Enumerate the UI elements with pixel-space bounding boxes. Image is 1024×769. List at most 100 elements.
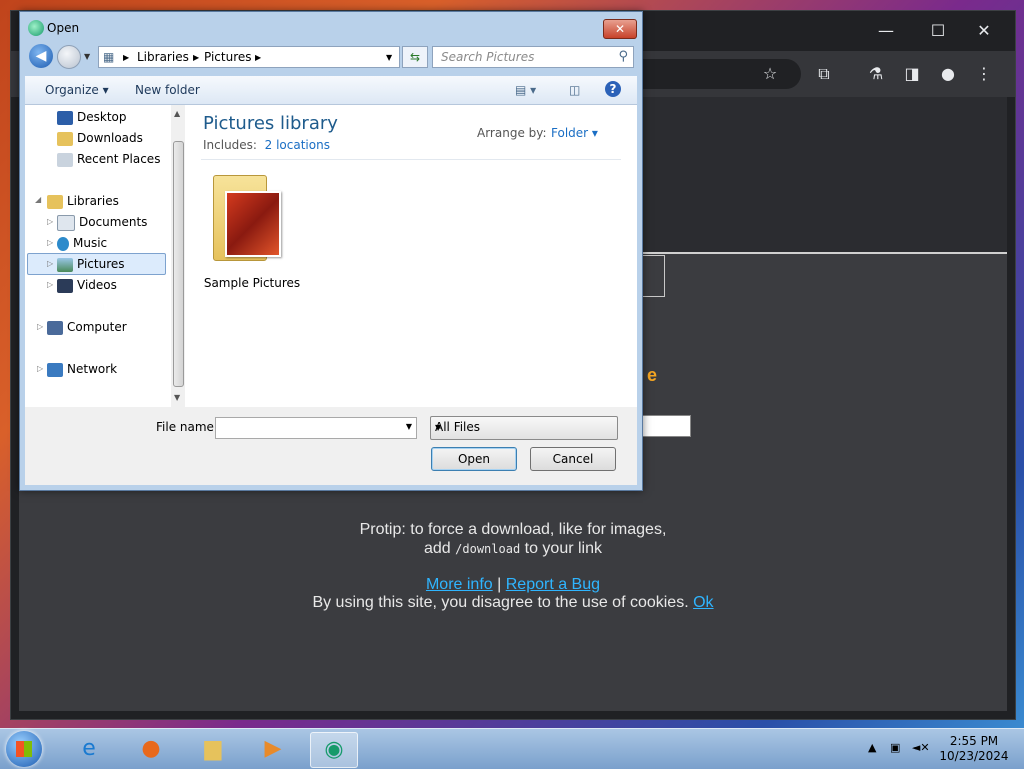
nav-item-recent-places[interactable]: Recent Places [57, 149, 160, 169]
chevron-right-icon[interactable]: ▶ [123, 53, 129, 62]
bookmark-star-icon[interactable]: ☆ [759, 63, 781, 85]
arrange-by-dropdown[interactable]: Folder ▾ [551, 126, 598, 140]
desktop-icon [57, 110, 73, 125]
file-list-pane: Pictures library Includes: 2 locations A… [185, 105, 637, 407]
expand-videos-icon[interactable]: ▷ [47, 280, 53, 289]
cancel-button[interactable]: Cancel [530, 447, 616, 471]
nav-item-network[interactable]: Network [47, 359, 117, 379]
recent-locations-dropdown[interactable]: ▼ [84, 52, 90, 61]
chevron-right-icon[interactable]: ▶ [255, 53, 261, 62]
pictures-icon [57, 257, 73, 272]
nav-scrollbar[interactable]: ▲ ▼ [171, 105, 185, 407]
nav-item-computer[interactable]: Computer [47, 317, 127, 337]
documents-icon [57, 214, 75, 231]
show-hidden-icons-icon[interactable]: ▲ [868, 741, 876, 754]
scroll-up-icon[interactable]: ▲ [174, 109, 180, 118]
nav-item-libraries[interactable]: Libraries [47, 191, 119, 211]
computer-icon [47, 320, 63, 335]
folder-icon[interactable] [213, 169, 281, 261]
header-divider [201, 159, 621, 160]
nav-item-desktop[interactable]: Desktop [57, 107, 127, 127]
open-file-dialog: Open ✕ ◀ ▼ ▦ ▶ Libraries ▶ Pictures ▶ ▼ … [19, 11, 643, 491]
minimize-icon[interactable]: — [871, 19, 901, 43]
report-bug-link[interactable]: Report a Bug [506, 576, 600, 593]
search-icon[interactable]: ⚲ [618, 49, 628, 64]
close-icon[interactable]: ✕ [969, 19, 999, 43]
media-player-icon[interactable]: ▶ [250, 732, 296, 766]
volume-muted-icon[interactable]: ◄✕ [912, 741, 930, 754]
profile-icon[interactable]: ● [937, 63, 959, 85]
firefox-icon[interactable]: ● [128, 732, 174, 766]
preview-pane-icon[interactable]: ◫ [569, 83, 580, 97]
organize-button[interactable]: Organize ▾ [45, 83, 109, 97]
extensions-icon[interactable]: ⧉ [813, 63, 835, 85]
navigation-pane: Desktop Downloads Recent Places ◢ Librar… [25, 105, 171, 407]
maximize-icon[interactable]: ☐ [923, 19, 953, 43]
protip-add-text: add [423, 540, 451, 557]
dialog-close-button[interactable]: ✕ [603, 19, 637, 39]
chevron-right-icon[interactable]: ▶ [193, 53, 199, 62]
side-panel-icon[interactable]: ◨ [901, 63, 923, 85]
cookie-line: By using this site, you disagree to the … [19, 594, 1007, 612]
system-tray: ▲ ▣ ◄✕ [868, 741, 930, 754]
back-arrow-icon[interactable]: ◀ [29, 44, 53, 68]
breadcrumb-libraries[interactable]: Libraries [137, 50, 189, 64]
clock-date: 10/23/2024 [939, 749, 1009, 763]
page-orange-glyph: e [647, 365, 658, 385]
library-includes: Includes: 2 locations [203, 138, 330, 152]
expand-music-icon[interactable]: ▷ [47, 238, 53, 247]
new-folder-button[interactable]: New folder [135, 83, 200, 97]
chevron-down-icon[interactable]: ▼ [435, 423, 612, 432]
file-item-label[interactable]: Sample Pictures [195, 276, 309, 290]
chevron-down-icon[interactable]: ▼ [406, 422, 412, 431]
network-tray-icon[interactable]: ▣ [890, 741, 900, 754]
music-icon [57, 236, 69, 251]
scroll-down-icon[interactable]: ▼ [174, 393, 180, 402]
scrollbar-thumb[interactable] [173, 141, 184, 387]
labs-flask-icon[interactable]: ⚗ [865, 63, 887, 85]
active-app-icon[interactable]: ◉ [310, 732, 358, 768]
browser-content: Desktop Downloads Recent Places ◢ Librar… [25, 105, 637, 407]
menu-kebab-icon[interactable]: ⋮ [973, 63, 995, 85]
nav-item-pictures[interactable]: Pictures [57, 254, 125, 274]
taskbar: e ● ▆ ▶ ◉ ▲ ▣ ◄✕ 2:55 PM 10/23/2024 [0, 728, 1024, 769]
nav-item-downloads[interactable]: Downloads [57, 128, 143, 148]
expand-network-icon[interactable]: ▷ [37, 364, 43, 373]
locations-link[interactable]: 2 locations [265, 138, 330, 152]
nav-item-videos[interactable]: Videos [57, 275, 117, 295]
expand-pictures-icon[interactable]: ▷ [47, 259, 53, 268]
expand-computer-icon[interactable]: ▷ [37, 322, 43, 331]
address-bar[interactable]: ☆ [641, 59, 801, 89]
library-folder-icon: ▦ [103, 50, 115, 64]
internet-explorer-icon[interactable]: e [66, 732, 112, 766]
help-icon[interactable]: ? [605, 81, 621, 97]
cookie-ok-link[interactable]: Ok [693, 594, 713, 611]
address-breadcrumb[interactable]: ▦ ▶ Libraries ▶ Pictures ▶ ▼ [98, 46, 400, 68]
open-button[interactable]: Open [431, 447, 517, 471]
expand-libraries-icon[interactable]: ◢ [35, 195, 41, 204]
start-button[interactable] [6, 731, 42, 767]
protip-line-1: Protip: to force a download, like for im… [359, 521, 667, 538]
refresh-icon[interactable]: ⇆ [402, 46, 428, 68]
file-explorer-icon[interactable]: ▆ [190, 732, 236, 766]
link-separator: | [497, 576, 502, 593]
protip-line-2: add /download to your link [19, 540, 1007, 558]
change-view-icon[interactable]: ▤ ▾ [515, 83, 536, 97]
search-placeholder: Search Pictures [441, 50, 535, 64]
network-icon [47, 362, 63, 377]
clock-time: 2:55 PM [949, 734, 999, 748]
breadcrumb-pictures[interactable]: Pictures [204, 50, 252, 64]
file-type-select[interactable]: All Files ▼ [430, 416, 618, 440]
file-name-input[interactable]: ▼ [215, 417, 417, 439]
clock[interactable]: 2:55 PM 10/23/2024 [936, 734, 1012, 764]
nav-item-documents[interactable]: Documents [57, 212, 147, 232]
nav-item-music[interactable]: Music [57, 233, 107, 253]
expand-documents-icon[interactable]: ▷ [47, 217, 53, 226]
forward-arrow-icon[interactable] [57, 45, 81, 69]
search-input[interactable]: Search Pictures ⚲ [432, 46, 634, 68]
page-textarea[interactable] [639, 415, 691, 437]
recent-places-icon [57, 152, 73, 167]
more-info-link[interactable]: More info [426, 576, 493, 593]
library-title: Pictures library [203, 113, 338, 134]
chevron-down-icon[interactable]: ▼ [386, 53, 392, 62]
